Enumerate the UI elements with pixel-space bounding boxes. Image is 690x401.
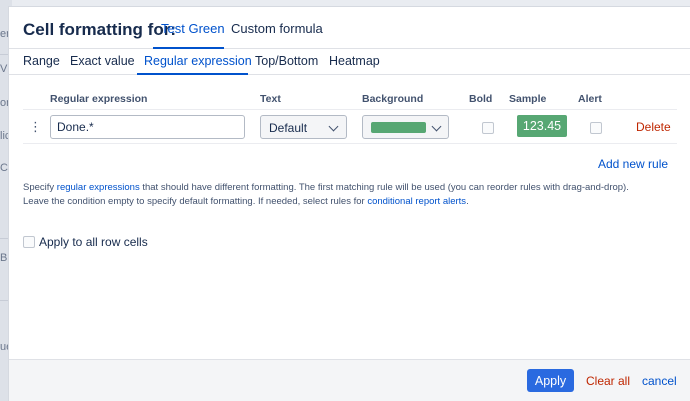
tab-exact-value[interactable]: Exact value: [70, 54, 135, 68]
help-paragraph-2: Leave the condition empty to specify def…: [23, 196, 469, 207]
rule-type-tabs: Range Exact value Regular expression Top…: [9, 49, 690, 75]
tab-range[interactable]: Range: [23, 54, 60, 68]
rules-table: Regular expression Text Background Bold …: [23, 87, 677, 144]
conditional-report-alerts-link[interactable]: conditional report alerts: [367, 196, 466, 207]
regular-expressions-link[interactable]: regular expressions: [57, 182, 140, 193]
alert-checkbox[interactable]: [590, 122, 602, 134]
drag-handle-icon[interactable]: ⋮: [29, 120, 42, 134]
help-text: Specify regular expressions that should …: [23, 181, 687, 209]
bold-checkbox[interactable]: [482, 122, 494, 134]
column-header-alert: Alert: [578, 93, 602, 105]
header-tab-test-green[interactable]: Test Green: [161, 21, 225, 36]
column-header-background: Background: [362, 93, 424, 105]
cell-formatting-dialog: Cell formatting for: Test Green Custom f…: [8, 6, 690, 401]
dialog-footer: Apply Clear all cancel: [9, 359, 690, 401]
help-paragraph-1: Specify regular expressions that should …: [23, 182, 629, 193]
color-swatch: [371, 122, 426, 133]
dialog-title: Cell formatting for:: [23, 20, 176, 39]
apply-to-all-row-cells-checkbox[interactable]: [23, 236, 35, 248]
dialog-header: Cell formatting for: Test Green Custom f…: [9, 7, 690, 49]
cancel-button[interactable]: cancel: [642, 374, 677, 388]
column-header-regex: Regular expression: [50, 93, 148, 105]
tab-top-bottom[interactable]: Top/Bottom: [255, 54, 318, 68]
active-tab-indicator: [137, 73, 248, 75]
apply-to-all-row-cells-label[interactable]: Apply to all row cells: [39, 235, 148, 249]
tab-regular-expression[interactable]: Regular expression: [144, 54, 252, 68]
tab-heatmap[interactable]: Heatmap: [329, 54, 380, 68]
sample-preview: 123.45: [517, 115, 567, 137]
chevron-down-icon: [431, 121, 442, 132]
apply-button[interactable]: Apply: [527, 369, 574, 392]
text-style-select[interactable]: Default: [260, 115, 347, 139]
clear-all-button[interactable]: Clear all: [586, 374, 630, 388]
header-tab-custom-formula[interactable]: Custom formula: [231, 21, 323, 36]
table-row-divider: [23, 143, 677, 144]
text-style-value: Default: [269, 121, 308, 135]
column-header-sample: Sample: [509, 93, 547, 105]
chevron-down-icon: [328, 121, 339, 132]
delete-rule-button[interactable]: Delete: [636, 120, 671, 134]
background-color-select[interactable]: [362, 115, 449, 139]
regex-input[interactable]: [50, 115, 245, 139]
table-header-divider: [23, 109, 677, 110]
column-header-bold: Bold: [469, 93, 493, 105]
add-new-rule-link[interactable]: Add new rule: [598, 157, 668, 171]
column-header-text: Text: [260, 93, 281, 105]
